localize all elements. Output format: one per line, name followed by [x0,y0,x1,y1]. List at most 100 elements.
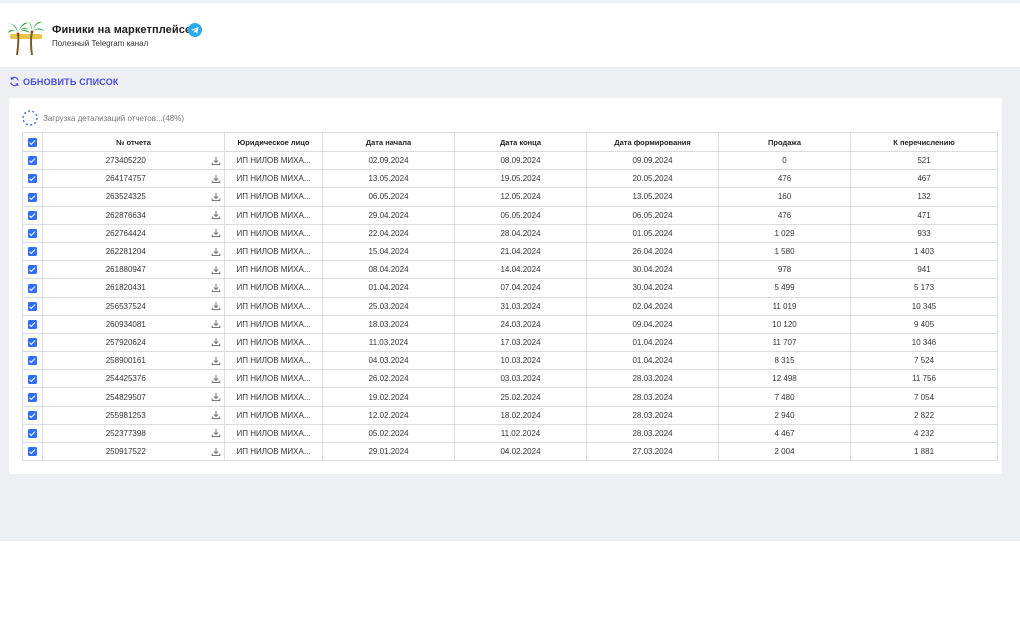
row-checkbox[interactable] [28,301,37,311]
table-row: 262281204 ИП НИЛОВ МИХА... 15.04.2024 21.04… [22,241,999,262]
refresh-icon [10,76,19,87]
row-checkbox[interactable] [28,247,37,257]
sale-amount: 1 029 [718,223,852,243]
row-checkbox[interactable] [28,192,37,202]
download-icon[interactable] [211,410,221,420]
row-checkbox[interactable] [28,374,37,384]
download-cell[interactable] [208,187,226,207]
download-icon[interactable] [211,210,221,220]
row-checkbox-cell[interactable] [22,423,43,444]
download-cell[interactable] [208,150,226,171]
download-icon[interactable] [211,192,221,202]
row-checkbox[interactable] [28,174,37,184]
download-icon[interactable] [211,319,221,329]
row-checkbox-cell[interactable] [22,387,43,407]
start-date: 19.02.2024 [322,387,456,407]
row-checkbox[interactable] [28,210,37,220]
download-icon[interactable] [211,283,221,293]
download-cell[interactable] [208,223,226,243]
row-checkbox[interactable] [28,319,37,329]
download-icon[interactable] [211,356,221,366]
download-icon[interactable] [211,174,221,184]
row-checkbox[interactable] [28,356,37,366]
loading-text: Загрузка детализаций отчетов...(48%) [43,113,185,123]
download-icon[interactable] [211,156,221,166]
row-checkbox-cell[interactable] [22,241,43,262]
download-icon[interactable] [211,337,221,347]
payout-amount: 933 [850,223,999,243]
download-cell[interactable] [208,405,226,425]
download-cell[interactable] [208,169,226,189]
download-icon[interactable] [211,392,221,402]
download-icon[interactable] [211,301,221,311]
row-checkbox-cell[interactable] [22,405,43,425]
download-icon[interactable] [211,374,221,384]
download-cell[interactable] [208,332,226,353]
download-cell[interactable] [208,278,226,298]
download-cell[interactable] [208,241,226,262]
row-checkbox-cell[interactable] [22,150,43,171]
row-checkbox-cell[interactable] [22,441,43,462]
sale-amount: 160 [718,187,852,207]
table-row: 261820431 ИП НИЛОВ МИХА... 01.04.2024 07.04… [22,278,999,298]
refresh-list-button[interactable]: ОБНОВИТЬ СПИСОК [9,76,119,87]
column-header[interactable]: Дата начала [322,132,456,152]
download-icon[interactable] [211,265,221,275]
row-checkbox[interactable] [28,410,37,420]
select-all-checkbox-cell[interactable] [22,132,43,152]
download-cell[interactable] [208,441,226,462]
row-checkbox-cell[interactable] [22,187,43,207]
download-cell[interactable] [208,260,226,280]
row-checkbox[interactable] [28,447,37,457]
formed-date: 20.05.2024 [586,169,720,189]
download-cell[interactable] [208,423,226,444]
row-checkbox[interactable] [28,429,37,439]
brand-subtitle[interactable]: Полезный Telegram канал [52,39,148,48]
download-icon[interactable] [211,228,221,238]
download-cell[interactable] [208,205,226,225]
download-icon[interactable] [211,247,221,257]
row-checkbox[interactable] [28,338,37,348]
row-checkbox[interactable] [28,392,37,402]
column-header[interactable]: Дата формирования [586,132,720,152]
end-date: 28.04.2024 [454,223,588,243]
row-checkbox[interactable] [28,283,37,293]
row-checkbox-cell[interactable] [22,351,43,371]
column-header[interactable]: № отчета [41,132,226,152]
legal-entity: ИП НИЛОВ МИХА... [224,187,324,207]
legal-entity: ИП НИЛОВ МИХА... [224,405,324,425]
download-icon[interactable] [211,447,221,457]
formed-date: 01.04.2024 [586,332,720,353]
report-number: 256537524 [42,296,209,316]
row-checkbox-cell[interactable] [22,296,43,316]
end-date: 19.05.2024 [454,169,588,189]
row-checkbox-cell[interactable] [22,223,43,243]
report-number: 264174757 [42,169,209,189]
table-row: 255981253 ИП НИЛОВ МИХА... 12.02.2024 18.02… [22,405,999,425]
row-checkbox-cell[interactable] [22,205,43,225]
row-checkbox[interactable] [28,265,37,275]
row-checkbox-cell[interactable] [22,314,43,334]
download-cell[interactable] [208,351,226,371]
table-row: 257920624 ИП НИЛОВ МИХА... 11.03.2024 17.03… [22,332,999,353]
download-cell[interactable] [208,387,226,407]
column-header[interactable]: Дата конца [454,132,588,152]
end-date: 24.03.2024 [454,314,588,334]
download-cell[interactable] [208,369,226,389]
row-checkbox-cell[interactable] [22,369,43,389]
palm-tree-logo [8,20,44,55]
select-all-checkbox[interactable] [28,137,37,147]
download-cell[interactable] [208,296,226,316]
row-checkbox-cell[interactable] [22,169,43,189]
row-checkbox-cell[interactable] [22,278,43,298]
column-header[interactable]: Юридическое лицо [224,132,324,152]
column-header[interactable]: К перечислению [850,132,999,152]
column-header[interactable]: Продажа [718,132,852,152]
telegram-icon[interactable] [188,23,202,37]
row-checkbox[interactable] [28,229,37,239]
row-checkbox-cell[interactable] [22,260,43,280]
download-icon[interactable] [211,428,221,438]
row-checkbox[interactable] [28,156,37,166]
download-cell[interactable] [208,314,226,334]
row-checkbox-cell[interactable] [22,332,43,353]
